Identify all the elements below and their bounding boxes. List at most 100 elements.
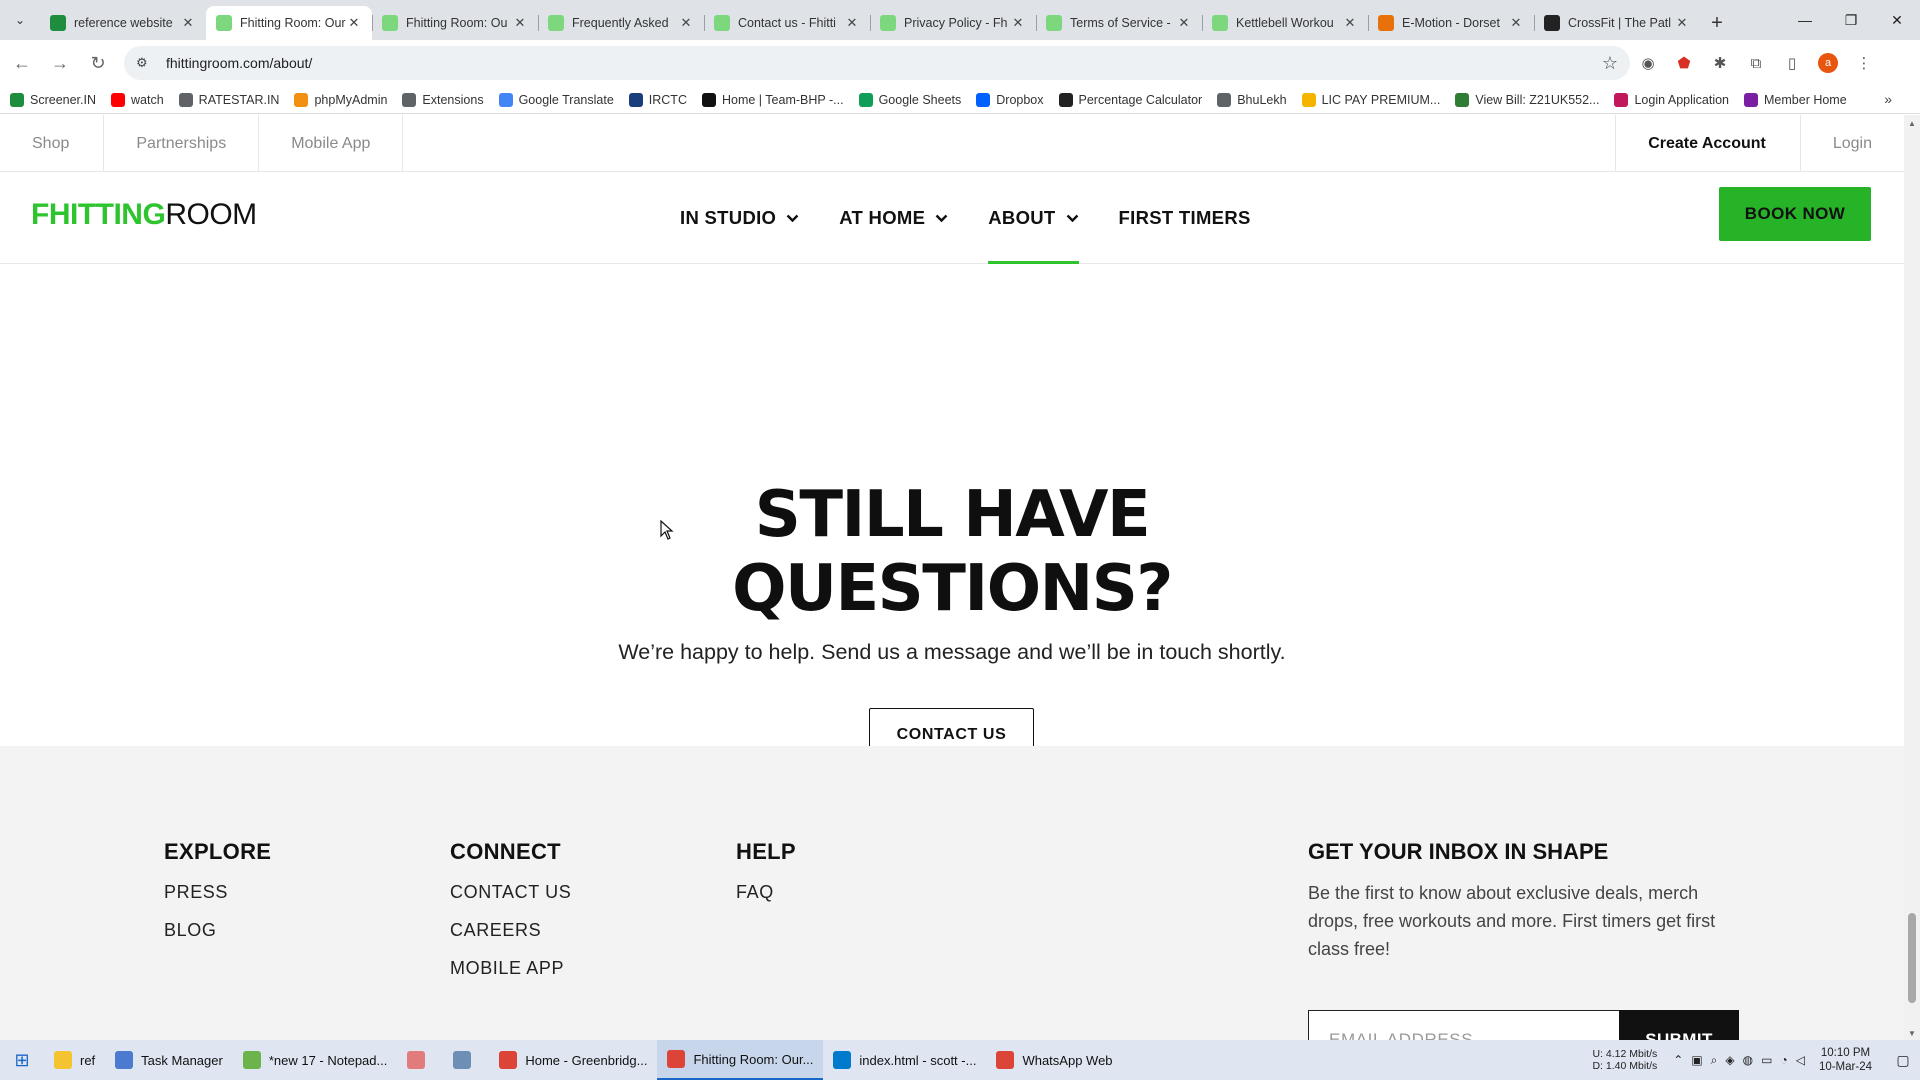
- browser-tab[interactable]: Fhitting Room: Our ✕: [206, 6, 372, 40]
- address-bar[interactable]: ⚙ fhittingroom.com/about/ ☆: [124, 46, 1630, 80]
- scroll-up-arrow-icon[interactable]: ▲: [1908, 119, 1916, 128]
- browser-tab[interactable]: Fhitting Room: Ou ✕: [372, 6, 538, 40]
- extension-globe-icon[interactable]: ◉: [1630, 47, 1666, 79]
- primary-menu: IN STUDIO AT HOME ABOUT FIRST TIMERS: [680, 172, 1291, 264]
- profile-avatar[interactable]: a: [1810, 47, 1846, 79]
- browser-menu-icon[interactable]: ⋮: [1846, 47, 1882, 79]
- utility-link[interactable]: Mobile App: [259, 115, 404, 172]
- tray-battery-icon[interactable]: ▭: [1761, 1053, 1772, 1067]
- page-scrollbar[interactable]: ▲ ▼: [1904, 115, 1920, 1040]
- extension-shield-icon[interactable]: ⬟: [1666, 47, 1702, 79]
- bookmark-item[interactable]: Screener.IN: [10, 92, 96, 107]
- new-tab-button[interactable]: +: [1700, 6, 1734, 40]
- browser-tab[interactable]: Contact us - Fhitti ✕: [704, 6, 870, 40]
- utility-link[interactable]: Partnerships: [104, 115, 260, 172]
- email-field[interactable]: [1308, 1010, 1619, 1040]
- tray-search-icon[interactable]: ⌕: [1711, 1053, 1718, 1068]
- bookmark-item[interactable]: Google Translate: [498, 92, 614, 107]
- tray-shield-icon[interactable]: ◈: [1725, 1053, 1734, 1067]
- footer-link[interactable]: BLOG: [164, 920, 271, 941]
- bookmark-item[interactable]: IRCTC: [628, 92, 687, 107]
- tray-network-icon[interactable]: ◍: [1743, 1053, 1753, 1067]
- forward-icon[interactable]: →: [44, 47, 76, 79]
- taskbar-app[interactable]: [443, 1040, 489, 1080]
- tab-close-icon[interactable]: ✕: [1674, 15, 1690, 31]
- utility-link[interactable]: Shop: [0, 115, 105, 172]
- tray-folder-icon[interactable]: ▣: [1691, 1053, 1702, 1067]
- taskbar-app[interactable]: *new 17 - Notepad...: [233, 1040, 398, 1080]
- bookmark-item[interactable]: Home | Team-BHP -...: [701, 92, 844, 107]
- tab-close-icon[interactable]: ✕: [512, 15, 528, 31]
- back-icon[interactable]: ←: [6, 47, 38, 79]
- tray-volume-icon[interactable]: ◁: [1796, 1053, 1805, 1067]
- submit-button[interactable]: SUBMIT: [1619, 1010, 1739, 1040]
- taskbar-app[interactable]: Home - Greenbridg...: [489, 1040, 657, 1080]
- bookmark-item[interactable]: Member Home: [1744, 92, 1847, 107]
- browser-tab[interactable]: Kettlebell Workou ✕: [1202, 6, 1368, 40]
- scroll-down-arrow-icon[interactable]: ▼: [1908, 1029, 1916, 1038]
- taskbar-app[interactable]: index.html - scott -...: [823, 1040, 986, 1080]
- footer-link[interactable]: CAREERS: [450, 920, 571, 941]
- bookmark-item[interactable]: Google Sheets: [858, 92, 961, 107]
- taskbar-app[interactable]: Fhitting Room: Our...: [657, 1040, 824, 1080]
- footer-link[interactable]: MOBILE APP: [450, 958, 571, 979]
- tab-close-icon[interactable]: ✕: [1508, 15, 1524, 31]
- taskbar-app[interactable]: [397, 1040, 443, 1080]
- book-now-button[interactable]: BOOK NOW: [1719, 187, 1871, 241]
- tab-close-icon[interactable]: ✕: [1010, 15, 1026, 31]
- footer-link[interactable]: FAQ: [736, 882, 796, 903]
- browser-tab[interactable]: Frequently Asked ✕: [538, 6, 704, 40]
- nav-item[interactable]: ABOUT: [988, 172, 1079, 264]
- nav-item[interactable]: IN STUDIO: [680, 172, 799, 264]
- tab-close-icon[interactable]: ✕: [180, 15, 196, 31]
- nav-item[interactable]: AT HOME: [839, 172, 948, 264]
- taskbar-app[interactable]: ref: [44, 1040, 105, 1080]
- notification-center-icon[interactable]: ▢: [1886, 1052, 1920, 1069]
- tab-search-icon[interactable]: ⌄: [0, 0, 40, 40]
- system-clock[interactable]: 10:10 PM 10-Mar-24: [1819, 1046, 1872, 1074]
- restore-icon[interactable]: ❐: [1828, 0, 1874, 40]
- browser-tab[interactable]: Privacy Policy - Fh ✕: [870, 6, 1036, 40]
- tray-wifi-icon[interactable]: ◔: [1780, 1053, 1787, 1067]
- bookmark-item[interactable]: Extensions: [402, 92, 484, 107]
- bookmark-item[interactable]: BhuLekh: [1217, 92, 1287, 107]
- minimize-icon[interactable]: —: [1782, 0, 1828, 40]
- bookmark-item[interactable]: RATESTAR.IN: [178, 92, 279, 107]
- reload-icon[interactable]: ↻: [82, 47, 114, 79]
- tray-chevron-icon[interactable]: ⌃: [1673, 1053, 1683, 1067]
- close-window-icon[interactable]: ✕: [1874, 0, 1920, 40]
- tab-close-icon[interactable]: ✕: [1176, 15, 1192, 31]
- more-bookmarks-icon[interactable]: »: [1884, 91, 1892, 107]
- taskbar-app[interactable]: Task Manager: [105, 1040, 233, 1080]
- tab-close-icon[interactable]: ✕: [678, 15, 694, 31]
- nav-item[interactable]: FIRST TIMERS: [1119, 172, 1251, 264]
- browser-tab[interactable]: Terms of Service - ✕: [1036, 6, 1202, 40]
- footer-link[interactable]: CONTACT US: [450, 882, 571, 903]
- windows-start-icon[interactable]: ⊞: [0, 1040, 44, 1080]
- site-info-icon[interactable]: ⚙: [136, 55, 154, 71]
- tab-close-icon[interactable]: ✕: [844, 15, 860, 31]
- browser-tab[interactable]: reference website ✕: [40, 6, 206, 40]
- bookmark-item[interactable]: watch: [111, 92, 164, 107]
- bookmark-item[interactable]: Login Application: [1614, 92, 1729, 107]
- bookmark-item[interactable]: Percentage Calculator: [1058, 92, 1202, 107]
- login-link[interactable]: Login: [1799, 115, 1904, 172]
- tab-close-icon[interactable]: ✕: [1342, 15, 1358, 31]
- side-panel-icon[interactable]: ▯: [1774, 47, 1810, 79]
- footer-link[interactable]: PRESS: [164, 882, 271, 903]
- create-account-link[interactable]: Create Account: [1615, 115, 1800, 172]
- bookmark-star-icon[interactable]: ☆: [1602, 53, 1618, 74]
- taskbar-app[interactable]: WhatsApp Web: [986, 1040, 1122, 1080]
- url-text[interactable]: fhittingroom.com/about/: [166, 55, 1602, 71]
- browser-tab[interactable]: E-Motion - Dorset ✕: [1368, 6, 1534, 40]
- extensions-puzzle-icon[interactable]: ⧉: [1738, 47, 1774, 79]
- bookmark-item[interactable]: LIC PAY PREMIUM...: [1301, 92, 1440, 107]
- bookmark-item[interactable]: phpMyAdmin: [294, 92, 387, 107]
- tab-close-icon[interactable]: ✕: [346, 15, 362, 31]
- bookmark-item[interactable]: Dropbox: [976, 92, 1044, 107]
- browser-tab[interactable]: CrossFit | The Patl ✕: [1534, 6, 1700, 40]
- bookmark-item[interactable]: View Bill: Z21UK552...: [1455, 92, 1599, 107]
- scrollbar-thumb[interactable]: [1908, 913, 1916, 1003]
- site-logo[interactable]: FHITTINGROOM: [31, 198, 257, 232]
- extension-bug-icon[interactable]: ✱: [1702, 47, 1738, 79]
